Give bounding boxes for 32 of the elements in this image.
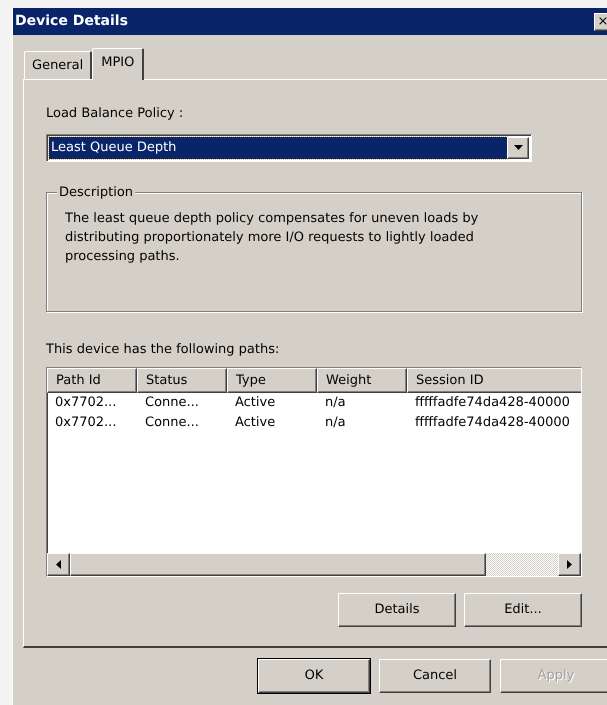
dialog-button[interactable]: Cancel xyxy=(379,659,491,693)
scroll-left-icon[interactable] xyxy=(47,553,70,576)
table-cell-text: Active xyxy=(234,394,276,412)
table-cell-text: fffffadfe74da428-40000 xyxy=(414,394,571,412)
column-header[interactable]: Status xyxy=(137,368,227,393)
dialog-button[interactable]: Edit... xyxy=(464,593,582,627)
tab[interactable]: General xyxy=(24,51,92,79)
table-cell-text: Conne... xyxy=(144,394,200,412)
table-cell-text: Conne... xyxy=(144,414,200,432)
policy-dropdown[interactable]: Least Queue Depth xyxy=(46,134,532,162)
table-cell-text: Active xyxy=(234,414,276,432)
column-header[interactable]: Weight xyxy=(317,368,407,393)
horizontal-scrollbar[interactable] xyxy=(47,553,581,576)
close-button[interactable]: × xyxy=(594,12,607,30)
column-header[interactable]: Path Id xyxy=(47,368,137,393)
window-title: Device Details xyxy=(15,12,128,31)
dialog-button[interactable]: Details xyxy=(338,593,456,627)
dialog-button[interactable]: OK xyxy=(258,659,370,693)
paths-label: This device has the following paths: xyxy=(46,340,280,358)
tab[interactable]: MPIO xyxy=(92,48,144,80)
table-cell-text: fffffadfe74da428-40000 xyxy=(414,414,571,432)
table-cell-text: n/a xyxy=(324,414,347,432)
table-cell-text: n/a xyxy=(324,394,347,412)
policy-label: Load Balance Policy : xyxy=(46,105,184,123)
column-header[interactable]: Session ID xyxy=(407,368,581,393)
table-cell-text: 0x7702... xyxy=(54,414,118,432)
scroll-right-icon[interactable] xyxy=(558,553,581,576)
description-text: The least queue depth policy compensates for uneven loads by distributing proportionately more I/O requests to lightly loaded processing paths. xyxy=(65,210,480,266)
column-header[interactable]: Type xyxy=(227,368,317,393)
selected-value: Least Queue Depth xyxy=(49,136,507,158)
table-cell-text: 0x7702... xyxy=(54,394,118,412)
scroll-thumb[interactable] xyxy=(70,553,486,576)
